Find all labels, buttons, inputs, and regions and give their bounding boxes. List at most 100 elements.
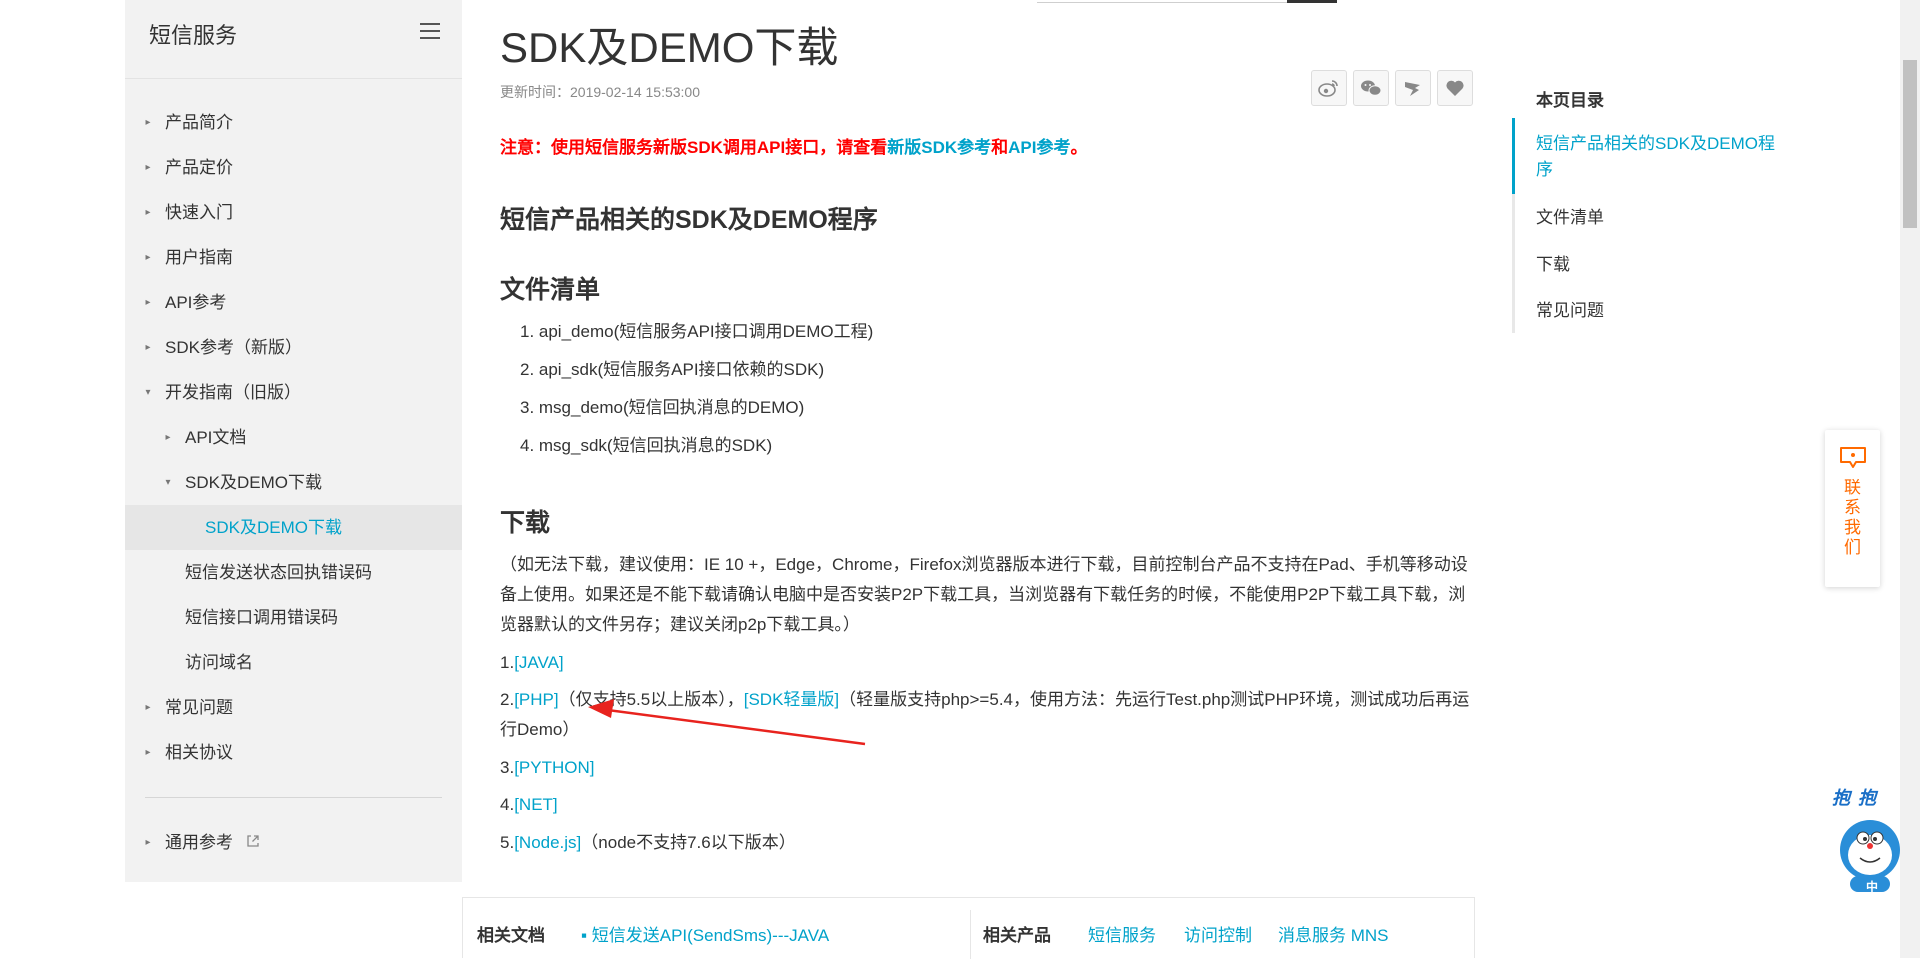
sidebar-item-label: 短信接口调用错误码 [185, 608, 338, 627]
caret-right-icon: ▸ [145, 207, 151, 218]
caret-down-icon: ▾ [145, 387, 151, 398]
sidebar-item-label: 常见问题 [165, 698, 233, 717]
external-link-icon [246, 821, 260, 866]
sidebar-item-user-guide[interactable]: ▸ 用户指南 [125, 235, 462, 280]
caret-right-icon: ▸ [145, 837, 151, 848]
caret-right-icon: ▸ [145, 162, 151, 173]
notice-suffix: 。 [1070, 138, 1088, 157]
nodejs-download-link[interactable]: [Node.js] [514, 833, 581, 852]
related-doc-link[interactable]: ▪ 短信发送API(SendSms)---JAVA [581, 921, 829, 946]
list-item: 1. api_demo(短信服务API接口调用DEMO工程) [520, 322, 874, 341]
toc-item-sdk-demo[interactable]: 短信产品相关的SDK及DEMO程序 [1536, 131, 1776, 183]
page-scrollbar[interactable] [1900, 0, 1920, 958]
toc-item-download[interactable]: 下载 [1536, 252, 1776, 278]
wechat-icon[interactable] [1353, 70, 1389, 106]
php-download-link[interactable]: [PHP] [514, 690, 558, 709]
toc-active-indicator [1512, 118, 1515, 194]
chat-box-icon [1838, 444, 1868, 470]
download-note: （如无法下载，建议使用：IE 10 +，Edge，Chrome，Firefox浏… [500, 555, 1468, 634]
caret-right-icon: ▸ [145, 747, 151, 758]
caret-right-icon: ▸ [145, 297, 151, 308]
sidebar-item-api-docs[interactable]: ▸ API文档 [125, 415, 462, 460]
sidebar-item-label: 开发指南（旧版） [165, 383, 301, 402]
sidebar-item-sdk-demo-download-group[interactable]: ▾ SDK及DEMO下载 [125, 460, 462, 505]
list-item: 4. msg_sdk(短信回执消息的SDK) [520, 436, 773, 455]
sidebar-item-sms-status-error-codes[interactable]: 短信发送状态回执错误码 [125, 550, 462, 595]
sidebar-item-endpoints[interactable]: 访问域名 [125, 640, 462, 685]
php-note: （仅支持5.5以上版本）， [558, 690, 744, 709]
sidebar-item-label: 访问域名 [185, 653, 253, 672]
sidebar-item-quickstart[interactable]: ▸ 快速入门 [125, 190, 462, 235]
python-download-link[interactable]: [PYTHON] [514, 758, 594, 777]
sidebar-item-api-error-codes[interactable]: 短信接口调用错误码 [125, 595, 462, 640]
sidebar-item-general-reference[interactable]: ▸ 通用参考 [125, 820, 462, 865]
contact-us-label: 联系我们 [1844, 478, 1861, 557]
net-download-link[interactable]: [NET] [514, 795, 557, 814]
download-net: 4.[NET] [500, 790, 1480, 820]
related-products-title: 相关产品 [983, 926, 1051, 945]
download-num: 2. [500, 690, 515, 709]
sidebar-item-label: API文档 [185, 428, 247, 447]
caret-down-icon: ▾ [165, 477, 171, 488]
notice-and: 和 [991, 138, 1009, 157]
sidebar-header: 短信服务 [125, 0, 462, 79]
dingtalk-icon[interactable] [1395, 70, 1431, 106]
java-download-link[interactable]: [JAVA] [514, 653, 563, 672]
related-product-sms[interactable]: 短信服务 [1088, 921, 1156, 946]
section-heading-download: 下载 [500, 509, 551, 537]
mascot-widget[interactable]: 抱抱 中 [1828, 782, 1908, 902]
sidebar-item-faq[interactable]: ▸ 常见问题 [125, 685, 462, 730]
download-num: 5. [500, 833, 515, 852]
sidebar-item-sdk-demo-download[interactable]: SDK及DEMO下载 [125, 505, 462, 550]
sidebar-item-label: 短信发送状态回执错误码 [185, 563, 372, 582]
sidebar-item-pricing[interactable]: ▸ 产品定价 [125, 145, 462, 190]
sidebar-item-product-intro[interactable]: ▸ 产品简介 [125, 100, 462, 145]
sidebar-item-sdk-reference-new[interactable]: ▸ SDK参考（新版） [125, 325, 462, 370]
sidebar: 短信服务 ▸ 产品简介 ▸ 产品定价 ▸ 快速入门 ▸ 用户指南 ▸ API参考… [125, 0, 462, 882]
new-sdk-reference-link[interactable]: 新版SDK参考 [887, 138, 991, 157]
toc-item-faq[interactable]: 常见问题 [1536, 298, 1776, 324]
download-nodejs: 5.[Node.js]（node不支持7.6以下版本） [500, 828, 1480, 858]
related-doc-label: 短信发送API(SendSms)---JAVA [591, 926, 830, 945]
related-docs-title: 相关文档 [477, 926, 545, 945]
toc-item-file-list[interactable]: 文件清单 [1536, 205, 1776, 231]
favorite-icon[interactable] [1437, 70, 1473, 106]
sidebar-item-label: 快速入门 [165, 203, 233, 222]
download-num: 1. [500, 653, 515, 672]
list-item: 3. msg_demo(短信回执消息的DEMO) [520, 398, 805, 417]
mascot-caption: 中 [1866, 880, 1879, 894]
search-input[interactable] [1037, 0, 1337, 3]
caret-right-icon: ▸ [165, 432, 171, 443]
sidebar-title: 短信服务 [149, 23, 238, 48]
related-product-ram[interactable]: 访问控制 [1184, 921, 1252, 946]
toc-rail [1512, 118, 1515, 333]
notice-text: 注意：使用短信服务新版SDK调用API接口，请查看 [500, 138, 888, 157]
sidebar-item-label: SDK及DEMO下载 [185, 473, 322, 492]
sidebar-item-dev-guide-old[interactable]: ▾ 开发指南（旧版） [125, 370, 462, 415]
related-product-mns[interactable]: 消息服务 MNS [1278, 921, 1389, 946]
update-time: 更新时间：2019-02-14 15:53:00 [500, 84, 700, 100]
scrollbar-thumb[interactable] [1903, 60, 1917, 228]
sidebar-divider [145, 797, 442, 798]
weibo-icon[interactable] [1311, 70, 1347, 106]
section-heading-file-list: 文件清单 [500, 276, 601, 304]
bullet-icon: ▪ [581, 926, 592, 945]
list-item: 2. api_sdk(短信服务API接口依赖的SDK) [520, 360, 825, 379]
file-list: 1. api_demo(短信服务API接口调用DEMO工程) 2. api_sd… [520, 318, 873, 470]
download-python: 3.[PYTHON] [500, 753, 1480, 783]
share-bar [1311, 70, 1473, 106]
search-button[interactable] [1287, 0, 1337, 3]
sdk-lite-download-link[interactable]: [SDK轻量版] [744, 690, 839, 709]
sidebar-item-agreements[interactable]: ▸ 相关协议 [125, 730, 462, 775]
contact-us-button[interactable]: 联系我们 [1825, 430, 1880, 587]
download-php: 2.[PHP]（仅支持5.5以上版本），[SDK轻量版]（轻量版支持php>=5… [500, 685, 1480, 745]
toc-heading: 本页目录 [1536, 91, 1604, 110]
api-reference-link[interactable]: API参考 [1008, 138, 1070, 157]
download-num: 3. [500, 758, 515, 777]
hamburger-menu-icon[interactable] [420, 23, 440, 39]
caret-right-icon: ▸ [145, 342, 151, 353]
sidebar-item-label: SDK参考（新版） [165, 338, 302, 357]
sidebar-item-api-reference[interactable]: ▸ API参考 [125, 280, 462, 325]
related-divider [970, 910, 971, 959]
main-content: SDK及DEMO下载 更新时间：2019-02-14 15:53:00 注意：使… [500, 0, 1475, 958]
